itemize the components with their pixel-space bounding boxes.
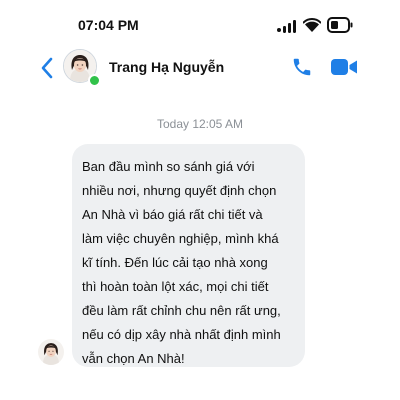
- sender-avatar[interactable]: [38, 339, 64, 365]
- message-line: làm việc chuyên nghiệp, mình khá: [82, 231, 279, 246]
- message-line: Ban đầu mình so sánh giá với: [82, 159, 255, 174]
- message-timestamp: Today 12:05 AM: [156, 117, 244, 131]
- message-line: kĩ tính. Đến lúc cải tạo nhà xong: [82, 255, 268, 270]
- sender-portrait-icon: [38, 339, 64, 365]
- video-camera-icon[interactable]: [330, 57, 358, 77]
- contact-avatar[interactable]: [63, 49, 101, 87]
- message-line: vẫn chọn An Nhà!: [82, 351, 185, 366]
- message-line: nếu có dịp xây nhà nhất định mình: [82, 327, 281, 342]
- status-time: 07:04 PM: [78, 17, 139, 33]
- signal-icon: [277, 20, 296, 33]
- battery-icon: [327, 17, 353, 33]
- message-line: nhiều nơi, nhưng quyết định chọn: [82, 183, 277, 198]
- wifi-icon: [303, 18, 321, 32]
- back-chevron-icon[interactable]: [40, 56, 54, 80]
- message-line: đều làm rất chỉnh chu nên rất ưng,: [82, 303, 281, 318]
- message-line: thì hoàn toàn lột xác, mọi chi tiết: [82, 279, 269, 294]
- online-status-dot: [88, 74, 101, 87]
- phone-icon[interactable]: [291, 56, 313, 78]
- message-bubble[interactable]: Ban đầu mình so sánh giá với nhiều nơi, …: [72, 144, 305, 367]
- message-line: An Nhà vì báo giá rất chi tiết và: [82, 207, 263, 222]
- contact-name[interactable]: Trang Hạ Nguyễn: [109, 59, 224, 75]
